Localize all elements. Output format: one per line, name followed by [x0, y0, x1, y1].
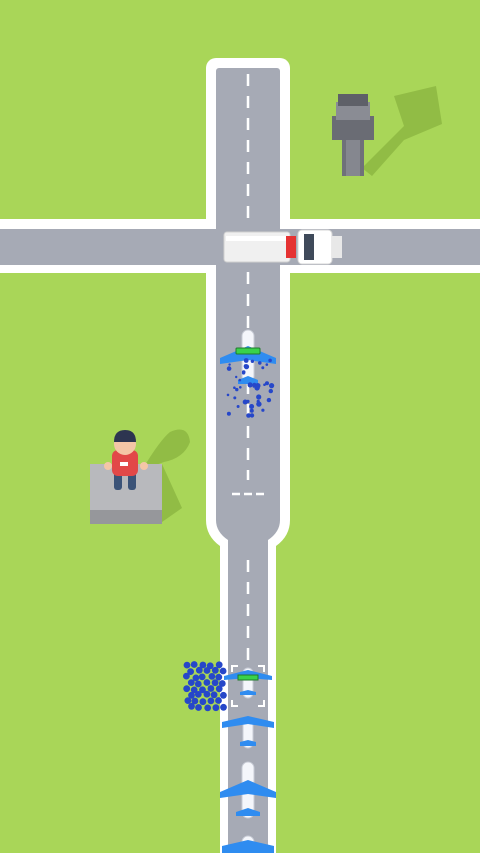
passenger — [228, 363, 231, 366]
passenger — [211, 666, 219, 674]
passenger — [246, 413, 251, 418]
passenger — [184, 697, 192, 704]
passenger — [211, 679, 219, 687]
passenger — [194, 680, 202, 688]
fuel-truck[interactable] — [223, 229, 342, 265]
passenger — [204, 704, 212, 712]
passenger — [188, 702, 195, 710]
plane-progress-bar — [235, 347, 261, 355]
passenger — [207, 697, 215, 705]
passenger — [219, 667, 227, 675]
passenger — [247, 382, 253, 388]
passenger — [243, 358, 249, 363]
game-scene — [0, 0, 480, 853]
passenger — [210, 691, 218, 699]
passenger — [226, 366, 232, 371]
passenger — [268, 388, 273, 394]
passenger — [250, 359, 255, 363]
passenger — [241, 371, 246, 375]
passenger — [268, 358, 272, 363]
passenger — [220, 703, 227, 711]
passenger — [233, 396, 237, 400]
passenger — [215, 661, 223, 669]
passenger — [183, 672, 190, 680]
passenger — [236, 405, 240, 408]
passenger — [226, 411, 231, 416]
passenger — [190, 661, 198, 668]
passenger — [195, 704, 202, 711]
passenger — [207, 685, 215, 692]
passenger — [203, 690, 211, 698]
passenger — [239, 386, 242, 389]
passenger — [203, 679, 211, 686]
passenger — [261, 408, 265, 412]
passenger — [215, 673, 223, 681]
passenger — [269, 383, 275, 389]
passenger — [256, 401, 262, 407]
passenger — [235, 387, 239, 392]
passenger — [242, 399, 248, 405]
passenger — [263, 383, 266, 387]
passenger — [233, 386, 236, 390]
passenger — [212, 704, 220, 712]
passenger — [255, 383, 261, 389]
passenger — [249, 408, 254, 413]
passenger — [194, 691, 202, 698]
passenger — [208, 673, 216, 680]
passenger — [265, 363, 269, 366]
plane-progress-bar — [237, 674, 259, 681]
passenger — [226, 393, 230, 397]
passenger — [198, 673, 206, 681]
passenger — [266, 397, 272, 403]
passenger — [238, 378, 242, 382]
passenger — [215, 697, 222, 704]
passenger — [243, 364, 250, 370]
passenger — [187, 679, 195, 686]
passenger — [258, 361, 262, 365]
passenger — [235, 375, 238, 379]
passenger — [261, 366, 265, 370]
passenger — [183, 685, 191, 693]
passenger — [249, 404, 255, 409]
passenger — [195, 666, 203, 674]
passenger — [183, 661, 191, 669]
passenger — [203, 667, 211, 674]
passenger — [256, 394, 262, 400]
passenger — [199, 698, 207, 706]
passenger — [220, 691, 227, 699]
passenger — [215, 685, 223, 693]
